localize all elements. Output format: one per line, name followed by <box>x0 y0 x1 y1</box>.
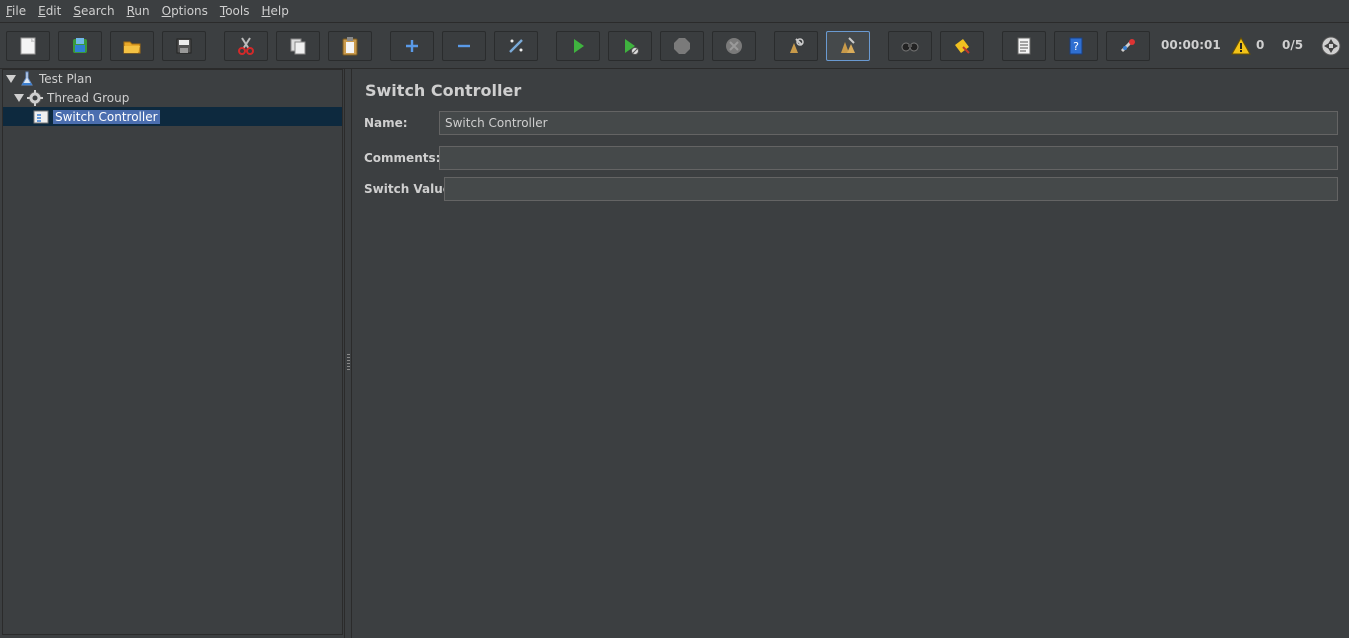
reset-search-icon <box>955 39 970 54</box>
clear-all-icon <box>841 37 855 53</box>
cut-icon <box>238 37 254 55</box>
start-no-pause-icon <box>625 39 639 55</box>
menu-run[interactable]: Run <box>121 0 156 22</box>
new-icon <box>20 37 36 55</box>
stop-button[interactable] <box>660 31 704 61</box>
thread-group-icon <box>27 89 43 106</box>
start-icon <box>574 39 584 53</box>
templates-icon <box>73 38 87 53</box>
templates-button[interactable] <box>58 31 102 61</box>
function-helper-button[interactable] <box>1002 31 1046 61</box>
warning-icon[interactable] <box>1231 36 1251 56</box>
remote-icon <box>1120 39 1135 53</box>
new-button[interactable] <box>6 31 50 61</box>
menu-help[interactable]: Help <box>256 0 295 22</box>
toolbar: ? 00:00:01 0 0/5 <box>0 24 1349 69</box>
menu-options[interactable]: Options <box>156 0 214 22</box>
save-button[interactable] <box>162 31 206 61</box>
threads-ratio: 0/5 <box>1282 38 1304 52</box>
collapse-all-button[interactable] <box>442 31 486 61</box>
copy-button[interactable] <box>276 31 320 61</box>
panel-title: Switch Controller <box>365 81 522 100</box>
search-button[interactable] <box>888 31 932 61</box>
paste-icon <box>342 37 358 56</box>
save-icon <box>176 38 192 54</box>
menu-file[interactable]: File <box>0 0 32 22</box>
elapsed-time: 00:00:01 <box>1161 38 1221 52</box>
switch-controller-icon <box>33 109 49 125</box>
menu-tools[interactable]: Tools <box>214 0 256 22</box>
remote-threads-icon[interactable] <box>1320 35 1342 57</box>
comments-label: Comments: <box>364 151 441 165</box>
switch-value-input[interactable] <box>444 177 1338 201</box>
split-pane-divider[interactable] <box>344 69 352 638</box>
name-input[interactable] <box>439 111 1338 135</box>
cut-button[interactable] <box>224 31 268 61</box>
splitter-grip-icon[interactable] <box>347 354 350 372</box>
test-plan-icon <box>19 71 35 87</box>
reset-search-button[interactable] <box>940 31 984 61</box>
menu-search[interactable]: Search <box>67 0 120 22</box>
remote-button[interactable] <box>1106 31 1150 61</box>
menu-bar: File Edit Search Run Options Tools Help <box>0 0 1349 23</box>
shutdown-button[interactable] <box>712 31 756 61</box>
expand-triangle-icon[interactable] <box>14 93 24 103</box>
expand-icon <box>406 40 418 52</box>
tree-panel: Test Plan Thread Group Switch Controller <box>2 69 343 635</box>
expand-all-button[interactable] <box>390 31 434 61</box>
search-icon <box>901 42 919 52</box>
start-button[interactable] <box>556 31 600 61</box>
expand-triangle-icon[interactable] <box>6 74 16 84</box>
shutdown-icon <box>726 38 742 54</box>
menu-edit[interactable]: Edit <box>32 0 67 22</box>
open-button[interactable] <box>110 31 154 61</box>
name-label: Name: <box>364 116 408 130</box>
help-button[interactable]: ? <box>1054 31 1098 61</box>
paste-button[interactable] <box>328 31 372 61</box>
toggle-icon <box>509 39 523 53</box>
clear-all-button[interactable] <box>826 31 870 61</box>
warning-count: 0 <box>1256 38 1265 52</box>
help-icon: ? <box>1069 37 1083 55</box>
controller-panel: Switch Controller Name: Comments: Switch… <box>353 69 1349 638</box>
collapse-icon <box>458 44 470 48</box>
svg-text:?: ? <box>1073 40 1079 53</box>
switch-value-label: Switch Value <box>364 182 451 196</box>
clear-icon <box>790 38 804 53</box>
open-icon <box>123 41 141 54</box>
tree-item-switch-controller[interactable]: Switch Controller <box>3 107 342 126</box>
clear-button[interactable] <box>774 31 818 61</box>
start-no-pauses-button[interactable] <box>608 31 652 61</box>
function-helper-icon <box>1017 37 1031 55</box>
comments-input[interactable] <box>439 146 1338 170</box>
toggle-button[interactable] <box>494 31 538 61</box>
tree-item-test-plan[interactable]: Test Plan <box>6 69 92 88</box>
stop-icon <box>674 38 690 54</box>
copy-icon <box>290 38 306 55</box>
tree-item-thread-group[interactable]: Thread Group <box>14 88 129 107</box>
